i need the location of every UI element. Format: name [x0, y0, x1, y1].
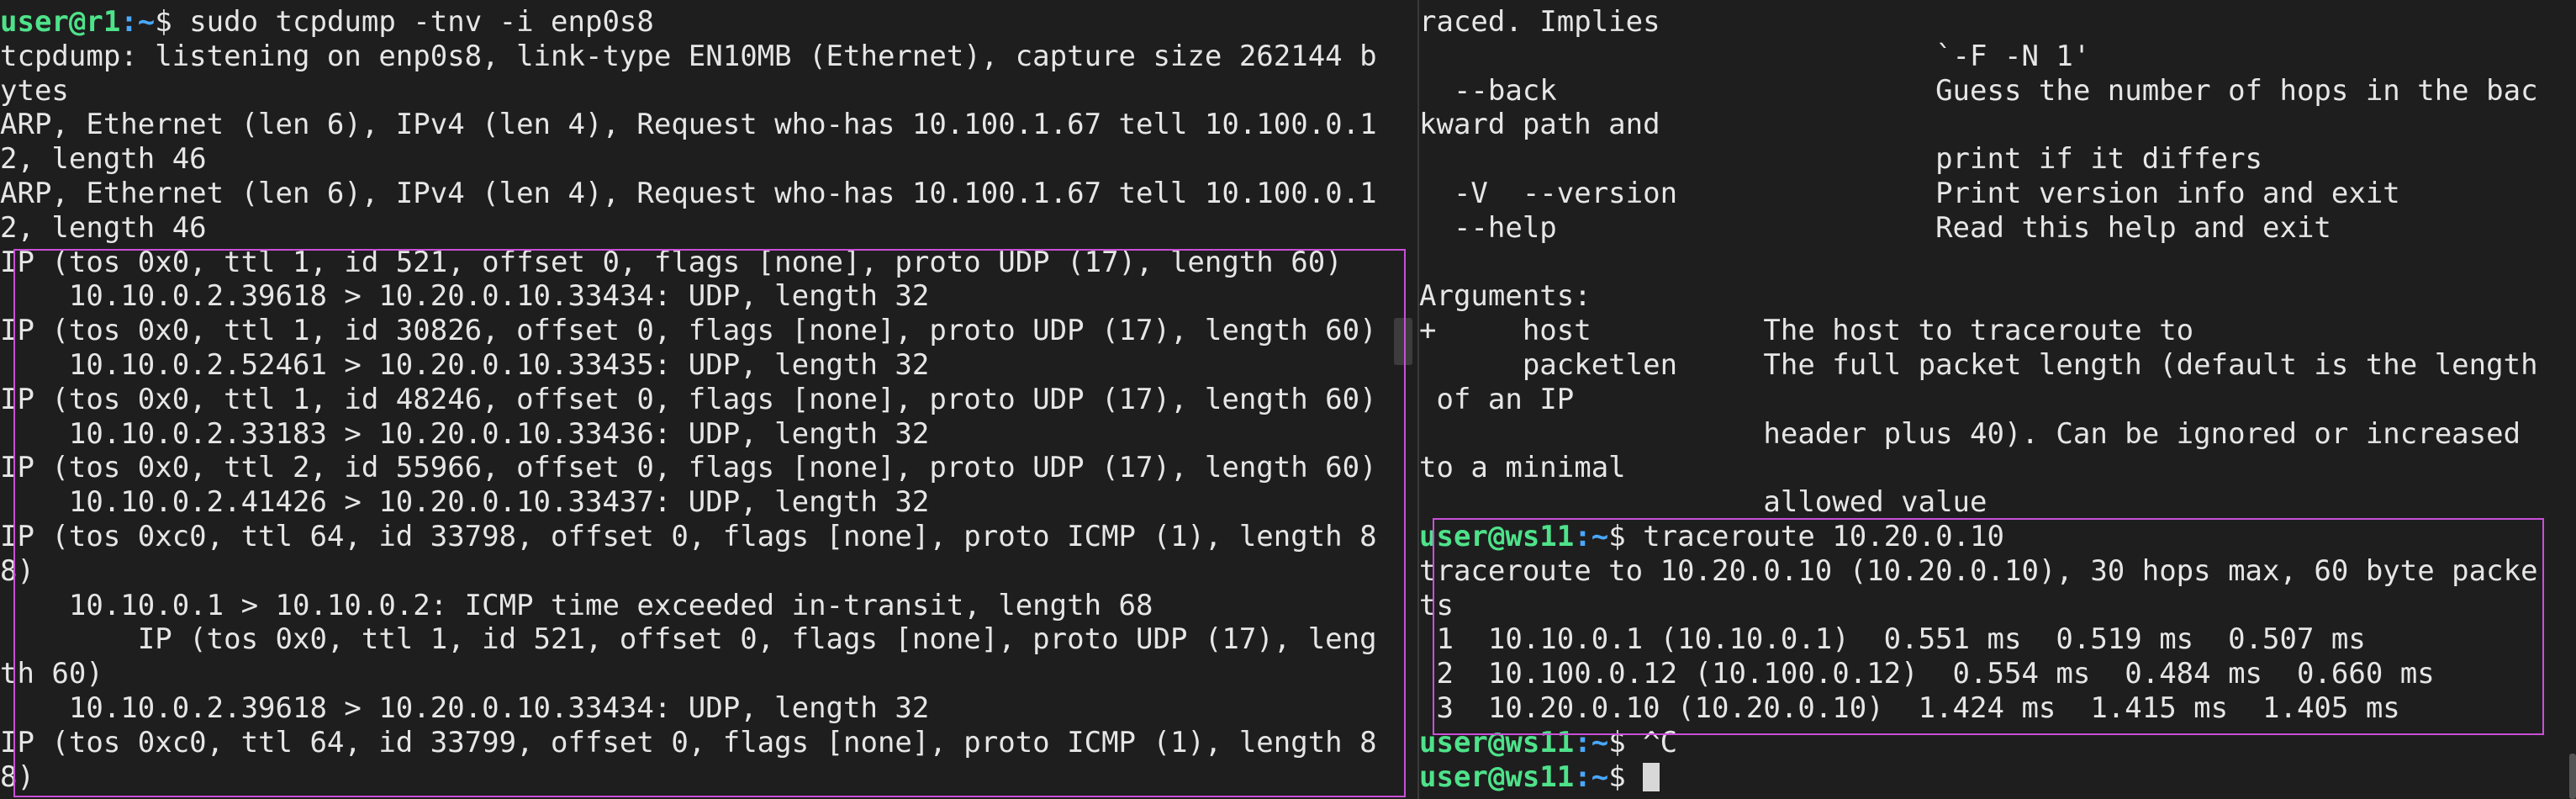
scrollbar-thumb-right[interactable] — [2569, 754, 2576, 799]
help-line: + host The host to traceroute to — [1419, 314, 2194, 348]
output-line: 10.10.0.2.39618 > 10.20.0.10.33434: UDP,… — [0, 279, 930, 314]
output-line: ARP, Ethernet (len 6), IPv4 (len 4), Req… — [0, 176, 1377, 210]
output-line: IP (tos 0x0, ttl 1, id 521, offset 0, fl… — [0, 622, 1377, 657]
command-text: $ traceroute 10.20.0.10 — [1608, 519, 2004, 553]
output-line: 10.10.0.2.52461 > 10.20.0.10.33435: UDP,… — [0, 347, 930, 382]
terminal-output-left: user@r1:~$ sudo tcpdump -tnv -i enp0s8 t… — [0, 5, 1377, 794]
help-line: allowed value — [1419, 485, 1987, 520]
output-line: 10.10.0.2.41426 > 10.20.0.10.33437: UDP,… — [0, 485, 930, 520]
command-text: $ sudo tcpdump -tnv -i enp0s8 — [155, 5, 654, 39]
traceroute-line: traceroute to 10.20.0.10 (10.20.0.10), 3… — [1419, 553, 2538, 588]
output-line: IP (tos 0xc0, ttl 64, id 33798, offset 0… — [0, 519, 1377, 553]
output-line: ARP, Ethernet (len 6), IPv4 (len 4), Req… — [0, 108, 1377, 142]
help-line: `-F -N 1' — [1419, 39, 2091, 73]
traceroute-line: 3 10.20.0.10 (10.20.0.10) 1.424 ms 1.415… — [1419, 691, 2400, 725]
traceroute-line: 1 10.10.0.1 (10.10.0.1) 0.551 ms 0.519 m… — [1419, 622, 2366, 657]
output-line: IP (tos 0x0, ttl 1, id 521, offset 0, fl… — [0, 245, 1343, 279]
traceroute-line: 2 10.100.0.12 (10.100.0.12) 0.554 ms 0.4… — [1419, 657, 2435, 691]
help-line — [1419, 246, 2538, 280]
help-line: packetlen The full packet length (defaul… — [1419, 347, 2538, 382]
output-line: 10.10.0.2.39618 > 10.20.0.10.33434: UDP,… — [0, 691, 930, 725]
help-line: --back Guess the number of hops in the b… — [1419, 73, 2538, 108]
help-line: Arguments: — [1419, 279, 1592, 314]
output-line: th 60) — [0, 657, 103, 691]
prompt-line: user@ws11:~$ traceroute 10.20.0.10 — [1419, 520, 2538, 554]
prompt-line: user@r1:~$ sudo tcpdump -tnv -i enp0s8 — [0, 5, 1377, 40]
output-line: tcpdump: listening on enp0s8, link-type … — [0, 39, 1377, 73]
prompt-path: :~ — [1574, 725, 1609, 759]
output-line: IP (tos 0x0, ttl 1, id 30826, offset 0, … — [0, 314, 1377, 348]
command-text: $ ^C — [1608, 725, 1678, 759]
prompt-line: user@ws11:~$ ^C — [1419, 726, 2538, 760]
prompt-user: user@ws11 — [1419, 519, 1575, 553]
traceroute-line: ts — [1419, 588, 1454, 622]
help-line: header plus 40). Can be ignored or incre… — [1419, 416, 2521, 451]
help-line: of an IP — [1419, 382, 1575, 416]
output-line: 10.10.0.1 > 10.10.0.2: ICMP time exceede… — [0, 588, 1153, 622]
terminal-window: user@r1:~$ sudo tcpdump -tnv -i enp0s8 t… — [0, 0, 2576, 799]
output-line: IP (tos 0x0, ttl 2, id 55966, offset 0, … — [0, 451, 1377, 485]
help-line: kward path and — [1419, 108, 1660, 142]
output-line: IP (tos 0x0, ttl 1, id 48246, offset 0, … — [0, 382, 1377, 416]
text-cursor — [1643, 762, 1660, 791]
prompt-user: user@ws11 — [1419, 725, 1575, 759]
terminal-output-right: raced. Implies `-F -N 1' --back Guess th… — [1419, 5, 2538, 794]
prompt-path: :~ — [1574, 759, 1609, 794]
help-line: raced. Implies — [1419, 5, 1660, 39]
command-text: $ — [1608, 759, 1644, 794]
help-line: --help Read this help and exit — [1419, 210, 2331, 245]
prompt-path: :~ — [120, 5, 156, 39]
help-line: -V --version Print version info and exit — [1419, 176, 2400, 210]
prompt-path: :~ — [1574, 519, 1609, 553]
output-line: 8) — [0, 759, 34, 794]
output-line: 8) — [0, 553, 34, 588]
prompt-user: user@ws11 — [1419, 759, 1575, 794]
prompt-line: user@ws11:~$ — [1419, 760, 2538, 795]
output-line: IP (tos 0xc0, ttl 64, id 33799, offset 0… — [0, 725, 1377, 759]
output-line: 10.10.0.2.33183 > 10.20.0.10.33436: UDP,… — [0, 416, 930, 451]
output-line: ytes — [0, 73, 69, 108]
prompt-user: user@r1 — [0, 5, 121, 39]
output-line: 2, length 46 — [0, 142, 207, 177]
scrollbar-thumb-left[interactable] — [1394, 318, 1412, 365]
terminal-pane-right[interactable]: raced. Implies `-F -N 1' --back Guess th… — [1419, 0, 2576, 799]
help-line: print if it differs — [1419, 142, 2263, 177]
help-line: to a minimal — [1419, 451, 1626, 485]
output-line: 2, length 46 — [0, 210, 207, 245]
terminal-pane-left[interactable]: user@r1:~$ sudo tcpdump -tnv -i enp0s8 t… — [0, 0, 1417, 799]
